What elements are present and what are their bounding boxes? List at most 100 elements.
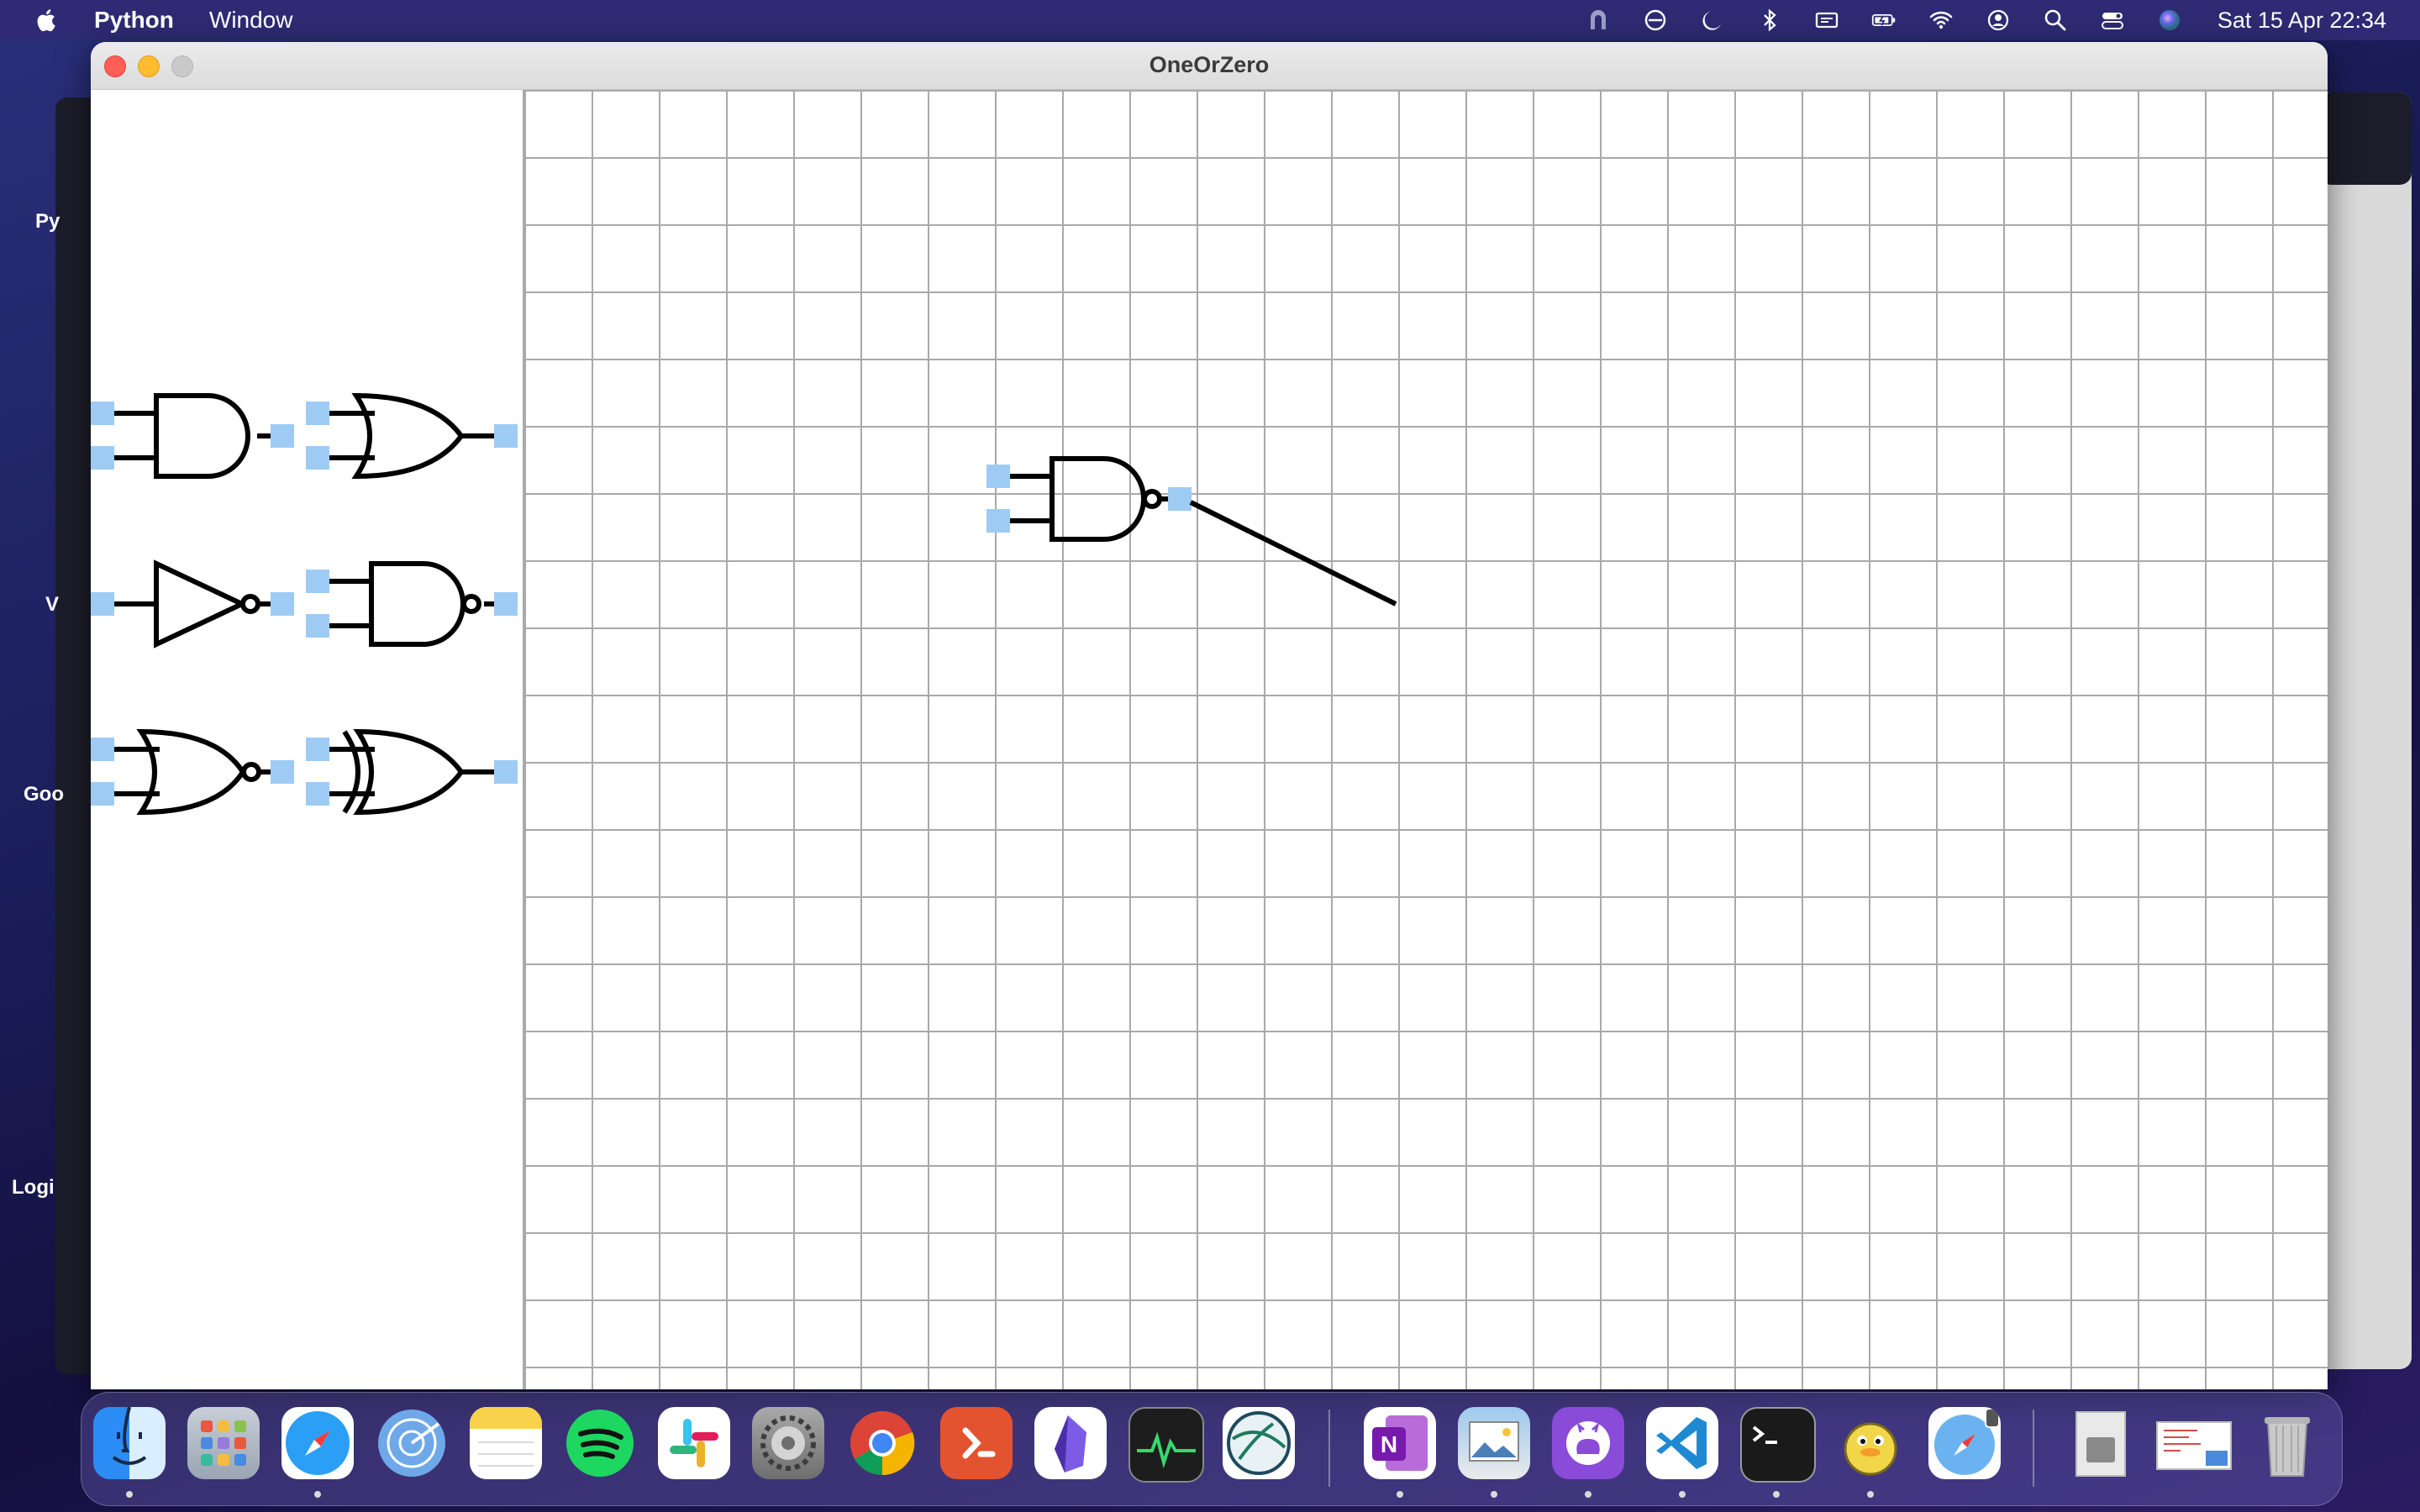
window-title: OneOrZero	[1149, 52, 1270, 77]
dock-obsidian[interactable]	[1034, 1407, 1107, 1479]
running-indicator	[1397, 1491, 1403, 1498]
palette-or-gate[interactable]	[306, 391, 524, 483]
input-pin[interactable]	[306, 614, 329, 638]
dock-trash[interactable]	[2251, 1407, 2323, 1479]
running-indicator	[1585, 1491, 1591, 1498]
dock-remote-desktop[interactable]	[940, 1407, 1013, 1479]
output-pin[interactable]	[494, 424, 518, 448]
dock-onenote[interactable]: N	[1364, 1407, 1436, 1479]
dock-activity-monitor[interactable]	[1128, 1407, 1204, 1483]
background-window-right-header	[2319, 92, 2412, 185]
oneorzero-window: OneOrZero	[91, 42, 2328, 1389]
input-pin[interactable]	[91, 592, 114, 616]
desktop-label-2: V	[45, 593, 60, 616]
dock-screenshots-stack[interactable]	[2152, 1407, 2236, 1479]
palette-and-gate[interactable]	[91, 391, 301, 483]
output-pin[interactable]	[1168, 487, 1192, 511]
dock-instruments[interactable]	[1223, 1407, 1295, 1479]
slack-icon	[670, 1419, 718, 1467]
input-pin[interactable]	[91, 446, 114, 470]
dock-finder[interactable]	[93, 1407, 166, 1479]
safari-preview-icon	[1934, 1408, 2000, 1475]
preview-icon	[1469, 1421, 1519, 1462]
dock-notes[interactable]	[470, 1407, 542, 1479]
input-pin[interactable]	[306, 782, 329, 806]
dock-launchpad[interactable]	[187, 1407, 260, 1479]
dock-spotify[interactable]	[564, 1407, 636, 1479]
arc-icon[interactable]	[1584, 8, 1612, 33]
input-pin[interactable]	[306, 570, 329, 593]
output-pin[interactable]	[494, 592, 518, 616]
running-indicator	[1491, 1491, 1497, 1498]
spotify-icon	[566, 1410, 634, 1477]
running-indicator	[1679, 1491, 1686, 1498]
input-pin[interactable]	[986, 465, 1010, 488]
dock-downloads-stack[interactable]	[2066, 1407, 2139, 1479]
remote-desktop-icon	[962, 1427, 996, 1459]
dock-system-settings[interactable]	[752, 1407, 824, 1479]
output-pin[interactable]	[271, 424, 294, 448]
screenshots-stack-icon	[2156, 1421, 2232, 1470]
input-pin[interactable]	[91, 738, 114, 761]
dock-chrome[interactable]	[846, 1407, 918, 1479]
input-pin[interactable]	[986, 509, 1010, 533]
input-pin[interactable]	[306, 402, 329, 425]
dock-safari-technology-preview[interactable]	[1928, 1407, 2001, 1479]
running-indicator	[314, 1491, 321, 1498]
input-pin[interactable]	[306, 446, 329, 470]
display-icon[interactable]	[1812, 8, 1841, 33]
input-pin[interactable]	[91, 782, 114, 806]
siri-icon[interactable]	[2155, 8, 2184, 33]
activity-monitor-icon	[1137, 1431, 1196, 1468]
battery-icon[interactable]	[1870, 8, 1898, 33]
launchpad-icon	[201, 1420, 246, 1466]
dock-safari[interactable]	[281, 1407, 354, 1479]
dock-network-radar[interactable]	[376, 1407, 448, 1479]
circuit-canvas[interactable]	[523, 90, 2328, 1389]
safari-icon	[286, 1411, 350, 1475]
dock-github-desktop[interactable]	[1552, 1407, 1624, 1479]
palette-nand-gate[interactable]	[306, 559, 524, 651]
downloads-stack-icon	[2075, 1411, 2126, 1477]
desktop-label-4: Logi	[12, 1176, 55, 1199]
window-titlebar[interactable]: OneOrZero	[91, 42, 2328, 90]
control-center-icon[interactable]	[2098, 8, 2127, 33]
dock-vscode[interactable]	[1646, 1407, 1718, 1479]
palette-nor-gate[interactable]	[91, 727, 301, 819]
palette-not-gate[interactable]	[91, 559, 301, 651]
app-menu-python[interactable]: Python	[94, 7, 174, 34]
obsidian-icon	[1055, 1415, 1086, 1473]
canvas-nand-gate[interactable]	[986, 451, 1423, 669]
svg-text:N: N	[1381, 1431, 1397, 1457]
focus-icon[interactable]	[1641, 8, 1670, 33]
vscode-icon	[1656, 1417, 1707, 1469]
search-icon[interactable]	[2041, 8, 2070, 33]
github-icon	[1566, 1421, 1610, 1465]
input-pin[interactable]	[91, 402, 114, 425]
dock-slack[interactable]	[658, 1407, 730, 1479]
moon-icon[interactable]	[1698, 8, 1727, 33]
running-indicator	[1773, 1491, 1780, 1498]
bluetooth-icon[interactable]	[1755, 8, 1784, 33]
palette-xnor-gate[interactable]	[306, 727, 524, 819]
apple-menu-icon[interactable]	[34, 8, 57, 33]
notes-icon	[470, 1407, 542, 1467]
output-pin[interactable]	[271, 760, 294, 784]
input-pin[interactable]	[306, 738, 329, 761]
instruments-icon	[1227, 1411, 1291, 1475]
network-radar-icon	[378, 1410, 445, 1477]
wifi-icon[interactable]	[1927, 8, 1955, 33]
desktop-label-1: Py	[35, 210, 60, 233]
dock-separator	[1328, 1410, 1330, 1487]
menubar-clock[interactable]: Sat 15 Apr 22:34	[2217, 8, 2386, 34]
gear-icon	[760, 1415, 816, 1471]
output-pin[interactable]	[271, 592, 294, 616]
dock-cyberduck[interactable]	[1834, 1407, 1907, 1479]
dock-terminal[interactable]	[1740, 1407, 1816, 1483]
user-icon[interactable]	[1984, 8, 2012, 33]
dock-preview[interactable]	[1458, 1407, 1530, 1479]
wire-being-drawn[interactable]	[1189, 500, 1397, 606]
menu-window[interactable]: Window	[209, 7, 293, 34]
gate-palette	[91, 90, 523, 1389]
output-pin[interactable]	[494, 760, 518, 784]
